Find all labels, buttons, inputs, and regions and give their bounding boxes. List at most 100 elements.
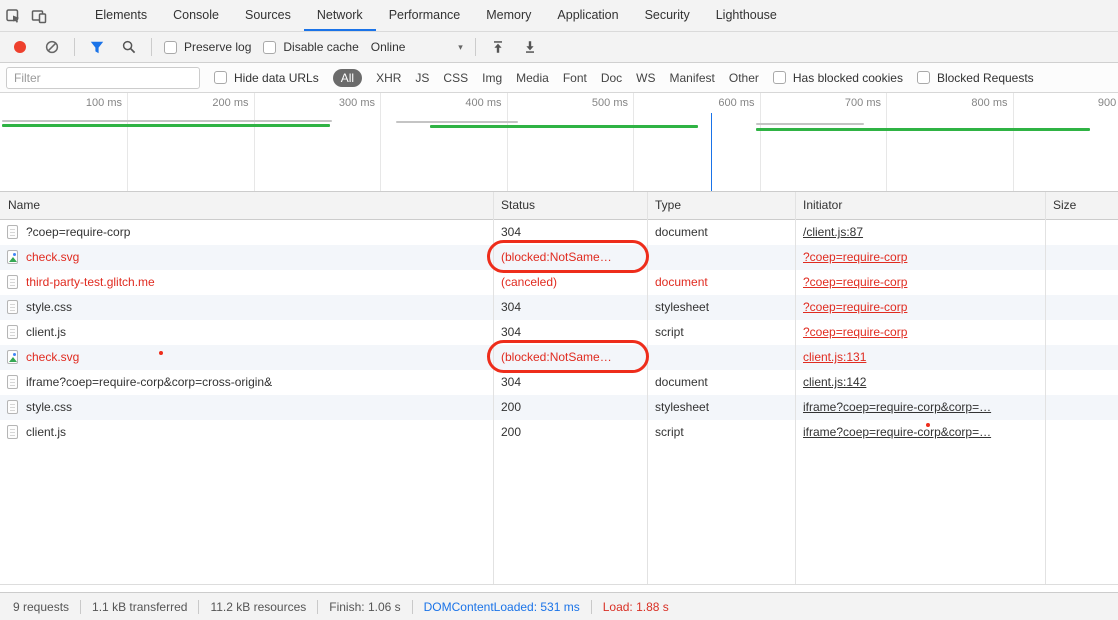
throttling-select[interactable]: Online ▾ [371, 40, 463, 54]
tab-memory[interactable]: Memory [473, 0, 544, 31]
has-blocked-cookies-label: Has blocked cookies [793, 71, 903, 85]
device-toolbar-button[interactable] [26, 0, 52, 31]
request-name: style.css [26, 300, 72, 314]
column-header-status[interactable]: Status [493, 192, 647, 219]
filter-type-xhr[interactable]: XHR [376, 71, 401, 85]
filter-type-doc[interactable]: Doc [601, 71, 622, 85]
network-overview[interactable]: 100 ms200 ms300 ms400 ms500 ms600 ms700 … [0, 93, 1118, 192]
clear-button[interactable] [42, 32, 62, 62]
export-har-button[interactable] [520, 32, 540, 62]
filter-type-ws[interactable]: WS [636, 71, 655, 85]
overview-time-label: 700 ms [845, 97, 886, 109]
column-header-size[interactable]: Size [1045, 192, 1118, 219]
type-filter-strip: XHR JS CSS Img Media Font Doc WS Manifest Other [376, 71, 759, 85]
column-divider [795, 192, 796, 584]
overview-bar-gray [756, 123, 864, 125]
requests-table: NameStatusTypeInitiatorSize ?coep=requir… [0, 192, 1118, 585]
status-text: 304 [501, 325, 521, 339]
initiator-link[interactable]: /client.js:87 [803, 225, 863, 239]
filter-type-font[interactable]: Font [563, 71, 587, 85]
request-name: style.css [26, 400, 72, 414]
name-cell: ?coep=require-corp [0, 220, 493, 245]
initiator-link[interactable]: ?coep=require-corp [803, 300, 907, 314]
table-row[interactable]: ?coep=require-corp304document/client.js:… [0, 220, 1118, 245]
table-row[interactable]: style.css200stylesheetiframe?coep=requir… [0, 395, 1118, 420]
tab-performance[interactable]: Performance [376, 0, 474, 31]
size-cell [1045, 320, 1118, 345]
status-text: (blocked:NotSame… [501, 250, 612, 264]
filter-type-img[interactable]: Img [482, 71, 502, 85]
initiator-cell: client.js:131 [795, 345, 1045, 370]
type-cell: stylesheet [647, 295, 795, 320]
tab-elements[interactable]: Elements [82, 0, 160, 31]
checkbox-box [263, 41, 276, 54]
table-row[interactable]: client.js200scriptiframe?coep=require-co… [0, 420, 1118, 445]
type-cell: document [647, 220, 795, 245]
summary-load: Load: 1.88 s [592, 600, 680, 614]
has-blocked-cookies-checkbox[interactable]: Has blocked cookies [773, 71, 903, 85]
disable-cache-checkbox[interactable]: Disable cache [263, 40, 358, 54]
overview-bar-green [756, 128, 1090, 131]
overview-gridline [507, 93, 508, 191]
filter-type-js[interactable]: JS [415, 71, 429, 85]
overview-gridline [380, 93, 381, 191]
initiator-link[interactable]: client.js:131 [803, 350, 866, 364]
filter-type-manifest[interactable]: Manifest [670, 71, 715, 85]
overview-time-label: 600 ms [718, 97, 759, 109]
name-cell: client.js [0, 420, 493, 445]
preserve-log-checkbox[interactable]: Preserve log [164, 40, 251, 54]
filter-type-other[interactable]: Other [729, 71, 759, 85]
status-cell: 304 [493, 220, 647, 245]
inspect-cursor-button[interactable] [0, 0, 26, 31]
initiator-link[interactable]: ?coep=require-corp [803, 275, 907, 289]
name-cell: iframe?coep=require-corp&corp=cross-orig… [0, 370, 493, 395]
summary-transferred: 1.1 kB transferred [81, 600, 198, 614]
table-row[interactable]: client.js304script?coep=require-corp [0, 320, 1118, 345]
initiator-link[interactable]: ?coep=require-corp [803, 325, 907, 339]
tab-console[interactable]: Console [160, 0, 232, 31]
column-header-initiator[interactable]: Initiator [795, 192, 1045, 219]
filter-funnel-icon [90, 41, 104, 54]
initiator-link[interactable]: iframe?coep=require-corp&corp=… [803, 400, 991, 414]
devtools-tabbar: ElementsConsoleSourcesNetworkPerformance… [0, 0, 1118, 32]
initiator-cell: ?coep=require-corp [795, 320, 1045, 345]
size-cell [1045, 295, 1118, 320]
column-header-name[interactable]: Name [0, 192, 493, 219]
tab-security[interactable]: Security [632, 0, 703, 31]
table-row[interactable]: style.css 304 stylesheet ?coep=require-corp [0, 295, 1118, 320]
hide-data-urls-label: Hide data URLs [234, 71, 319, 85]
tab-application[interactable]: Application [544, 0, 631, 31]
blocked-requests-checkbox[interactable]: Blocked Requests [917, 71, 1034, 85]
table-row[interactable]: third-party-test.glitch.me(canceled)docu… [0, 270, 1118, 295]
overview-time-label: 800 ms [971, 97, 1012, 109]
table-row[interactable]: check.svg(blocked:NotSame…?coep=require-… [0, 245, 1118, 270]
tab-lighthouse[interactable]: Lighthouse [703, 0, 790, 31]
tab-sources[interactable]: Sources [232, 0, 304, 31]
overview-time-label: 500 ms [592, 97, 633, 109]
import-har-button[interactable] [488, 32, 508, 62]
column-header-type[interactable]: Type [647, 192, 795, 219]
initiator-link[interactable]: ?coep=require-corp [803, 250, 907, 264]
status-text: 304 [501, 300, 521, 314]
record-button[interactable] [10, 32, 30, 62]
overview-bar-green [430, 125, 698, 128]
clear-icon [45, 40, 59, 54]
hide-data-urls-checkbox[interactable]: Hide data URLs [214, 71, 319, 85]
tab-network[interactable]: Network [304, 0, 376, 31]
filter-type-media[interactable]: Media [516, 71, 549, 85]
document-file-icon [7, 400, 18, 414]
table-row[interactable]: iframe?coep=require-corp&corp=cross-orig… [0, 370, 1118, 395]
initiator-link[interactable]: iframe?coep=require-corp&corp=… [803, 425, 991, 439]
filter-toggle-button[interactable] [87, 32, 107, 62]
status-text: 200 [501, 400, 521, 414]
initiator-link[interactable]: client.js:142 [803, 375, 866, 389]
table-row[interactable]: check.svg(blocked:NotSame…client.js:131 [0, 345, 1118, 370]
tab-strip: ElementsConsoleSourcesNetworkPerformance… [82, 0, 790, 31]
filter-type-css[interactable]: CSS [443, 71, 468, 85]
table-body: ?coep=require-corp304document/client.js:… [0, 220, 1118, 445]
toolbar-divider [151, 38, 152, 56]
filter-type-all[interactable]: All [333, 69, 362, 87]
request-name: check.svg [26, 350, 79, 364]
filter-input[interactable] [6, 67, 200, 89]
search-button[interactable] [119, 32, 139, 62]
